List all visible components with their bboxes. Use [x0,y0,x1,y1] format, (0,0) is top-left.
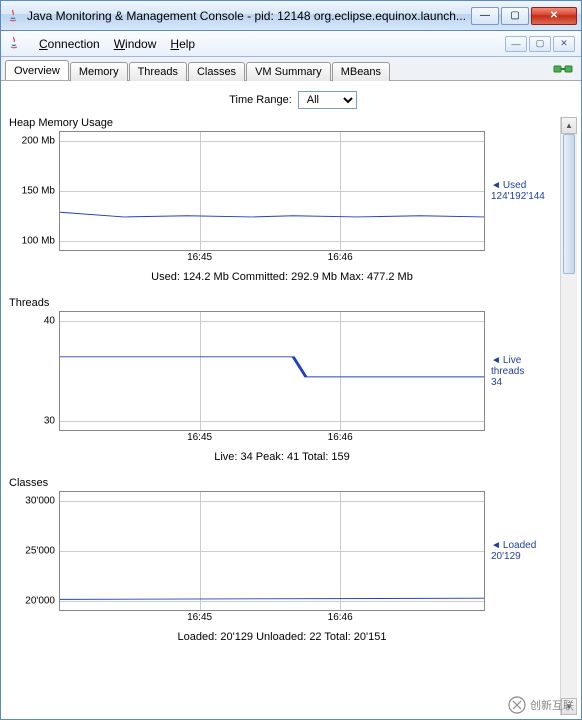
heap-title: Heap Memory Usage [9,117,555,129]
heap-stats: Used: 124.2 Mb Committed: 292.9 Mb Max: … [9,271,555,283]
classes-chart [59,491,485,611]
threads-stats: Live: 34 Peak: 41 Total: 159 [9,451,555,463]
tab-vmsummary[interactable]: VM Summary [246,62,331,81]
tab-memory[interactable]: Memory [70,62,128,81]
threads-panel: Threads 40 30 ◄Live threads [9,297,555,463]
tab-threads[interactable]: Threads [129,62,187,81]
threads-title: Threads [9,297,555,309]
java-icon [7,36,23,52]
classes-yaxis: 30'000 25'000 20'000 [9,491,59,611]
inner-close-button[interactable]: ✕ [553,36,575,52]
titlebar: Java Monitoring & Management Console - p… [1,1,581,31]
java-icon [5,8,21,24]
classes-panel: Classes 30'000 25'000 20'000 [9,477,555,643]
inner-maximize-button[interactable]: ▢ [529,36,551,52]
timerange-label: Time Range: [229,94,292,106]
close-button[interactable]: ✕ [531,7,577,25]
heap-side-label: ◄Used 124'192'144 [485,131,555,251]
menubar: Connection Window Help — ▢ ✕ [1,31,581,57]
maximize-button[interactable]: ▢ [501,7,529,25]
threads-xaxis: 16:45 16:46 [59,431,485,445]
tab-overview[interactable]: Overview [5,60,69,80]
window-title: Java Monitoring & Management Console - p… [27,9,471,23]
threads-yaxis: 40 30 [9,311,59,431]
classes-title: Classes [9,477,555,489]
scroll-up-button[interactable]: ▲ [561,117,577,134]
tab-mbeans[interactable]: MBeans [332,62,390,81]
threads-side-label: ◄Live threads 34 [485,311,555,431]
tab-classes[interactable]: Classes [188,62,245,81]
inner-minimize-button[interactable]: — [505,36,527,52]
menu-window[interactable]: Window [108,35,163,53]
connection-status-icon [553,62,573,76]
threads-chart [59,311,485,431]
menu-help[interactable]: Help [164,35,201,53]
vertical-scrollbar[interactable]: ▲ ▼ [560,117,577,715]
scroll-down-button[interactable]: ▼ [561,698,577,715]
classes-side-label: ◄Loaded 20'129 [485,491,555,611]
timerange-row: Time Range: All [9,87,577,117]
tabbar: Overview Memory Threads Classes VM Summa… [1,57,581,81]
menu-connection[interactable]: Connection [33,35,106,53]
classes-xaxis: 16:45 16:46 [59,611,485,625]
scroll-track[interactable] [561,134,577,698]
scroll-region: Heap Memory Usage 200 Mb 150 Mb 100 Mb [9,117,577,715]
heap-yaxis: 200 Mb 150 Mb 100 Mb [9,131,59,251]
main-window: Java Monitoring & Management Console - p… [0,0,582,720]
timerange-select[interactable]: All [298,91,357,109]
heap-xaxis: 16:45 16:46 [59,251,485,265]
classes-stats: Loaded: 20'129 Unloaded: 22 Total: 20'15… [9,631,555,643]
inner-window-controls: — ▢ ✕ [505,36,575,52]
window-controls: — ▢ ✕ [471,7,577,25]
minimize-button[interactable]: — [471,7,499,25]
heap-panel: Heap Memory Usage 200 Mb 150 Mb 100 Mb [9,117,555,283]
heap-chart [59,131,485,251]
content-area: Time Range: All Heap Memory Usage 200 Mb… [1,81,581,719]
scroll-thumb[interactable] [563,134,575,274]
